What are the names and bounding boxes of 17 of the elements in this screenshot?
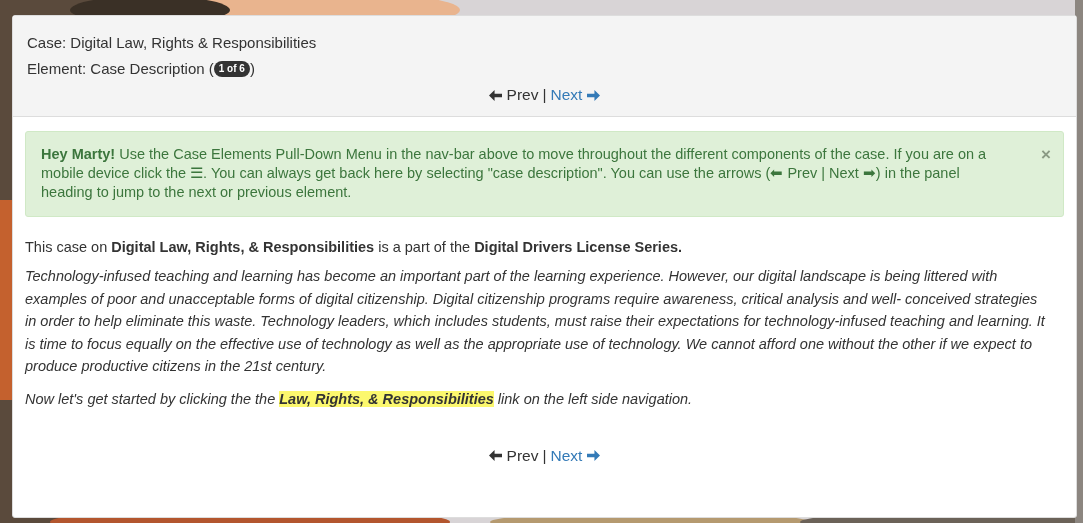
separator: | (542, 446, 547, 465)
intro-text: This case on Digital Law, Rights, & Responsibilities is a part of the Digital Drivers License Series. (25, 239, 684, 255)
next-link[interactable]: Next (550, 446, 602, 465)
case-title: Case: Digital Law, Rights & Responsibilities (27, 33, 318, 53)
left-arrow-icon (487, 449, 503, 463)
count-badge: 1 of 6 (213, 61, 250, 77)
element-label: Element: Case Description ( (27, 59, 214, 79)
instruction-text: Now let's get started by clicking the the Law, Rights, & Responsibilities link on the left side navigation. (25, 389, 694, 409)
alert-message: Hey Marty! Use the Case Elements Pull-Down Menu in the nav-bar above to move throughout the different components of the case. If you are on a mobile device click the ☰. You can always get back here by selecting "case description". You can use the arrows (⬅ Prev | Next ➡) in the panel heading to jump to the next or previous element. (41, 145, 988, 202)
left-arrow-icon (487, 88, 503, 102)
separator: | (542, 86, 547, 104)
next-link[interactable]: Next (550, 86, 602, 104)
section-link[interactable]: Law, Rights, & Responsibilities (279, 390, 494, 407)
right-arrow-icon (586, 88, 602, 102)
description-text: Technology-infused teaching and learning has become an important part of the learning experience. However, our digital landscape is being littered with examples of poor and unacceptable forms of digital citizenship. Digital citizenship programs require awareness, critical analysis and well- conceived strategies in order to help eliminate this waste. Technology leaders, which includes students, must raise their expectations for technology-infused teaching and learning. It is time to focus equally on the effective use of technology as well as the appropriate use of technology. We cannot afford one without the other if we expect to produce productive citizens in the 21st century. (25, 267, 1047, 377)
right-arrow-icon (586, 449, 602, 463)
element-paren: ) (249, 59, 255, 79)
